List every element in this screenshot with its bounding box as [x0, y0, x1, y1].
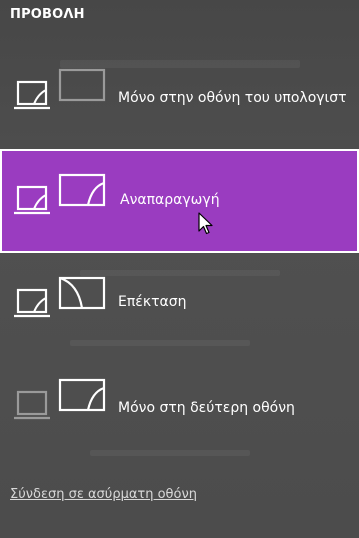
- option-duplicate[interactable]: Αναπαραγωγή: [0, 149, 359, 253]
- option-label: Αναπαραγωγή: [120, 192, 220, 208]
- pc-screen-only-icon: [14, 68, 106, 110]
- option-pc-screen-only[interactable]: Μόνο στην οθόνη του υπολογιστ: [0, 44, 359, 148]
- option-label: Μόνο στη δεύτερη οθόνη: [118, 400, 295, 416]
- connect-wireless-display-link[interactable]: Σύνδεση σε ασύρματη οθόνη: [10, 487, 197, 502]
- option-extend[interactable]: Επέκταση: [0, 252, 359, 356]
- duplicate-icon: [14, 173, 106, 215]
- option-second-screen-only[interactable]: Μόνο στη δεύτερη οθόνη: [0, 356, 359, 460]
- panel-title: ΠΡΟΒΟΛΗ: [10, 7, 85, 22]
- option-label: Μόνο στην οθόνη του υπολογιστ: [118, 90, 347, 106]
- mouse-cursor-icon: [198, 212, 213, 235]
- option-label: Επέκταση: [118, 294, 187, 310]
- second-screen-only-icon: [14, 378, 106, 420]
- project-panel: ΠΡΟΒΟΛΗ Μόνο στην οθόνη του υπολογιστ Αν…: [0, 0, 359, 538]
- extend-icon: [14, 276, 106, 318]
